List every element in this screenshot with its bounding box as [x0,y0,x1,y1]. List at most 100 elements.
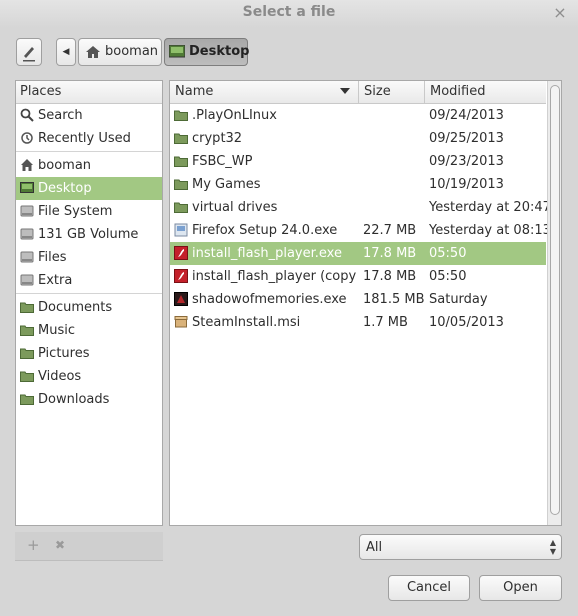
place-documents[interactable]: Documents [16,296,162,319]
filter-selected-value: All [366,540,383,555]
drive-icon [20,251,34,263]
place-downloads[interactable]: Downloads [16,388,162,411]
drive-icon [20,228,34,240]
place-pictures[interactable]: Pictures [16,342,162,365]
file-row[interactable]: FSBC_WP 09/23/2013 [170,150,546,173]
game-icon [174,292,188,306]
column-header-name[interactable]: Name [175,81,213,103]
file-size: 17.8 MB [363,269,417,284]
file-type-filter[interactable]: All ▲ ▼ [359,534,562,560]
file-list-header: Name Size Modified [170,81,546,104]
chevron-updown-icon: ▲ ▼ [549,538,556,556]
open-button[interactable]: Open [479,575,562,601]
file-row[interactable]: virtual drives Yesterday at 20:47 [170,196,551,219]
place-files[interactable]: Files [16,246,162,269]
place-file-system[interactable]: File System [16,200,162,223]
file-name: install_flash_player (copy… [192,269,356,284]
file-name: crypt32 [192,131,243,146]
home-icon [21,159,33,171]
path-button-desktop[interactable]: Desktop [164,38,249,66]
file-row[interactable]: My Games 10/19/2013 [170,173,546,196]
path-label-home: booman [105,44,159,59]
arrow-left-icon: ◀ [62,47,70,57]
place-home[interactable]: booman [16,154,162,177]
place-extra[interactable]: Extra [16,269,162,292]
file-size: 181.5 MB [363,292,425,307]
column-header-modified[interactable]: Modified [430,81,485,103]
recent-icon [21,132,33,144]
file-modified: 09/23/2013 [429,154,504,169]
place-label: Music [38,323,75,338]
places-divider [16,151,162,152]
column-header-size[interactable]: Size [364,81,391,103]
home-icon [86,46,100,58]
file-row[interactable]: SteamInstall.msi 1.7 MB 10/05/2013 [170,311,546,334]
file-row[interactable]: install_flash_player (copy… 17.8 MB 05:5… [170,265,546,288]
scrollbar-thumb[interactable] [550,85,560,515]
title-bar: Select a file × [0,0,578,28]
sort-descending-icon [340,88,350,94]
file-size: 17.8 MB [363,246,417,261]
folder-icon [174,179,188,190]
place-label: Videos [38,369,82,384]
place-videos[interactable]: Videos [16,365,162,388]
folder-icon [20,371,34,382]
folder-icon [174,156,188,167]
file-modified: 05:50 [429,269,467,284]
cancel-button[interactable]: Cancel [388,575,470,601]
place-label: Search [38,108,83,123]
add-bookmark-button[interactable]: + [27,536,40,554]
flash-icon [174,246,188,260]
drive-icon [20,205,34,217]
path-button-home[interactable]: booman [78,38,162,66]
file-modified: Yesterday at 20:47 [429,200,551,215]
package-icon [174,316,188,328]
place-label: Pictures [38,346,90,361]
file-row[interactable]: crypt32 09/25/2013 [170,127,546,150]
column-divider[interactable] [424,81,425,103]
file-name: Firefox Setup 24.0.exe [192,223,338,238]
desktop-icon [169,45,185,58]
file-modified: 09/24/2013 [429,108,504,123]
folder-icon [174,133,188,144]
place-label: 131 GB Volume [38,227,139,242]
file-modified: 10/05/2013 [429,315,504,330]
desktop-icon [20,182,34,193]
place-recently-used[interactable]: Recently Used [16,127,162,150]
places-header[interactable]: Places [16,81,162,104]
exe-icon [174,223,188,237]
file-modified: 09/25/2013 [429,131,504,146]
file-modified: 05:50 [429,246,467,261]
file-row[interactable]: shadowofmemories.exe 181.5 MB Saturday [170,288,546,311]
file-list: Name Size Modified .PlayOnLInux 09/24/20… [169,80,562,526]
pencil-icon [23,47,35,62]
column-divider[interactable] [358,81,359,103]
remove-bookmark-button[interactable]: ✖ [55,538,65,552]
place-label: File System [38,204,113,219]
folder-icon [20,325,34,336]
file-name: FSBC_WP [192,154,253,169]
place-search[interactable]: Search [16,104,162,127]
places-divider [16,293,162,294]
file-name: .PlayOnLInux [192,108,277,123]
file-modified: 10/19/2013 [429,177,504,192]
file-row[interactable]: Firefox Setup 24.0.exe 22.7 MB Yesterday… [170,219,551,242]
file-row[interactable]: .PlayOnLInux 09/24/2013 [170,104,546,127]
file-name: shadowofmemories.exe [192,292,347,307]
path-back-button[interactable]: ◀ [56,38,76,66]
file-row-selected[interactable]: install_flash_player.exe 17.8 MB 05:50 [170,242,546,265]
place-desktop[interactable]: Desktop [16,177,162,200]
vertical-scrollbar[interactable] [547,81,561,525]
file-name: virtual drives [192,200,278,215]
place-label: Recently Used [38,131,131,146]
places-toolbar: + ✖ [15,532,163,561]
folder-icon [20,302,34,313]
place-131gb-volume[interactable]: 131 GB Volume [16,223,162,246]
place-music[interactable]: Music [16,319,162,342]
folder-icon [20,348,34,359]
type-filename-button[interactable] [16,38,42,66]
places-panel: Places Search Recently Used booman Deskt… [15,80,163,526]
close-icon[interactable]: × [552,5,568,21]
folder-icon [20,394,34,405]
search-icon [20,108,34,122]
